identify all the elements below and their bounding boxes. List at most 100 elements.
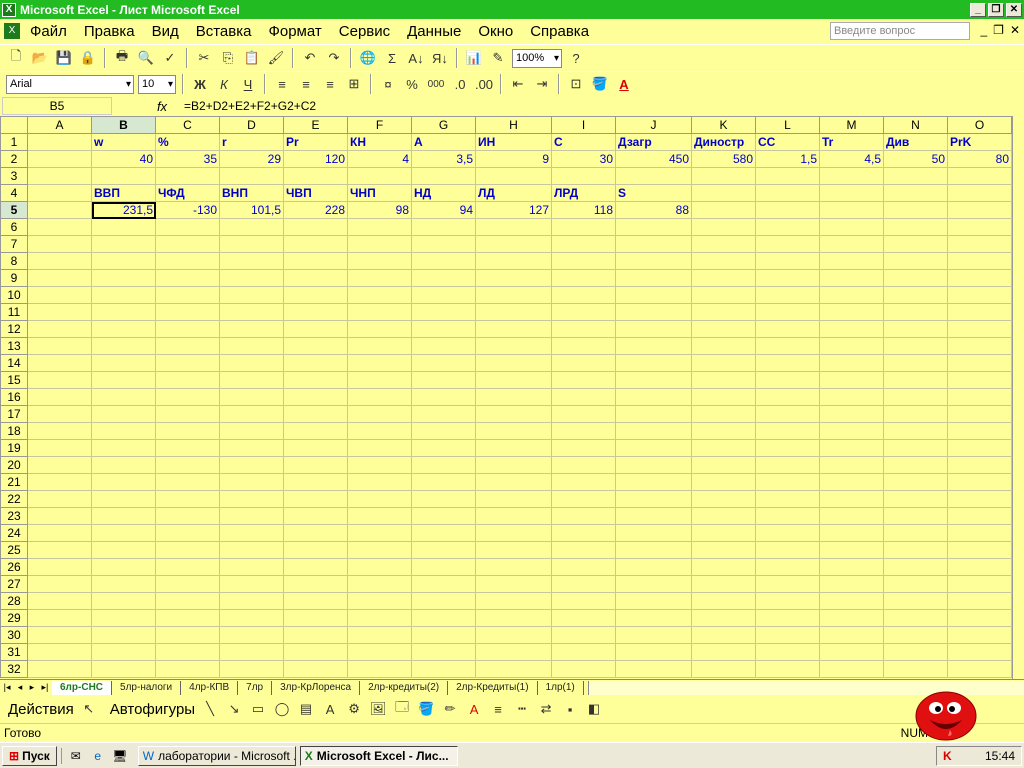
cell[interactable] xyxy=(883,626,948,644)
cell[interactable] xyxy=(219,558,284,576)
cell[interactable] xyxy=(91,218,156,236)
cell[interactable]: 580 xyxy=(691,150,756,168)
cell[interactable] xyxy=(155,473,220,491)
drawing-toggle-icon[interactable]: ✎ xyxy=(488,48,508,68)
cell[interactable]: 40 xyxy=(91,150,156,168)
sheet-tab[interactable]: 5лр-налоги xyxy=(112,680,182,695)
cell[interactable] xyxy=(691,626,756,644)
cell[interactable] xyxy=(883,252,948,270)
cell[interactable] xyxy=(691,473,756,491)
cell[interactable] xyxy=(755,439,820,457)
cell[interactable]: 80 xyxy=(947,150,1012,168)
cell[interactable] xyxy=(947,456,1012,474)
cell[interactable] xyxy=(755,286,820,304)
help-search-input[interactable]: Введите вопрос xyxy=(830,22,970,40)
cell[interactable] xyxy=(155,456,220,474)
cell[interactable] xyxy=(155,337,220,355)
office-assistant-icon[interactable] xyxy=(912,688,980,744)
font-size-select[interactable]: 10 xyxy=(138,74,176,94)
cell[interactable] xyxy=(691,439,756,457)
cell[interactable] xyxy=(883,422,948,440)
oval-icon[interactable]: ◯ xyxy=(273,700,291,718)
cell[interactable] xyxy=(947,201,1012,219)
cell[interactable] xyxy=(27,269,92,287)
cell[interactable] xyxy=(91,422,156,440)
cell[interactable] xyxy=(283,252,348,270)
vertical-scrollbar[interactable] xyxy=(1012,116,1024,679)
cell[interactable] xyxy=(615,592,692,610)
cell[interactable] xyxy=(475,337,552,355)
cell[interactable] xyxy=(883,473,948,491)
sort-desc-icon[interactable]: Я↓ xyxy=(430,48,450,68)
cell[interactable] xyxy=(551,303,616,321)
cell[interactable] xyxy=(411,337,476,355)
menu-window[interactable]: Окно xyxy=(478,23,513,40)
cell[interactable] xyxy=(755,388,820,406)
row-header[interactable]: 2 xyxy=(0,150,28,168)
cell[interactable] xyxy=(27,371,92,389)
cell[interactable] xyxy=(475,252,552,270)
row-header[interactable]: 31 xyxy=(0,643,28,661)
cell[interactable] xyxy=(155,660,220,678)
cell[interactable] xyxy=(947,354,1012,372)
cell[interactable] xyxy=(615,354,692,372)
row-header[interactable]: 9 xyxy=(0,269,28,287)
cell[interactable]: СС xyxy=(755,133,820,151)
cell[interactable] xyxy=(819,439,884,457)
cell[interactable] xyxy=(91,286,156,304)
cell[interactable] xyxy=(883,643,948,661)
cell[interactable] xyxy=(691,337,756,355)
row-header[interactable]: 14 xyxy=(0,354,28,372)
cell[interactable] xyxy=(347,371,412,389)
cell[interactable] xyxy=(615,541,692,559)
cell[interactable] xyxy=(411,320,476,338)
print-preview-icon[interactable]: 🔍 xyxy=(136,48,156,68)
cell[interactable] xyxy=(883,660,948,678)
column-header[interactable]: M xyxy=(819,116,884,134)
cell[interactable] xyxy=(91,303,156,321)
row-header[interactable]: 29 xyxy=(0,609,28,627)
kaspersky-icon[interactable]: K xyxy=(943,749,952,763)
cell[interactable] xyxy=(347,660,412,678)
row-header[interactable]: 32 xyxy=(0,660,28,678)
cell[interactable] xyxy=(283,388,348,406)
cell[interactable] xyxy=(947,541,1012,559)
copy-icon[interactable]: ⎘ xyxy=(218,48,238,68)
cell[interactable] xyxy=(219,320,284,338)
cell[interactable] xyxy=(155,626,220,644)
cell[interactable] xyxy=(947,218,1012,236)
cell[interactable] xyxy=(755,660,820,678)
cell[interactable] xyxy=(91,660,156,678)
cell[interactable] xyxy=(219,609,284,627)
cell[interactable] xyxy=(347,252,412,270)
cell[interactable] xyxy=(755,405,820,423)
cell[interactable] xyxy=(615,439,692,457)
cell[interactable] xyxy=(551,609,616,627)
cell[interactable] xyxy=(615,456,692,474)
cell[interactable] xyxy=(475,456,552,474)
cell[interactable] xyxy=(155,524,220,542)
cell[interactable] xyxy=(551,490,616,508)
cell[interactable] xyxy=(691,507,756,525)
cell[interactable] xyxy=(883,269,948,287)
cell[interactable] xyxy=(475,592,552,610)
help-icon[interactable]: ? xyxy=(566,48,586,68)
cell[interactable] xyxy=(27,575,92,593)
row-header[interactable]: 12 xyxy=(0,320,28,338)
fill-color-draw-icon[interactable]: 🪣 xyxy=(417,700,435,718)
cell[interactable] xyxy=(551,643,616,661)
cell[interactable] xyxy=(947,286,1012,304)
cell[interactable]: Див xyxy=(883,133,948,151)
cell[interactable] xyxy=(615,235,692,253)
name-box[interactable]: B5 xyxy=(2,97,112,115)
row-header[interactable]: 21 xyxy=(0,473,28,491)
cell[interactable] xyxy=(475,167,552,185)
cell[interactable] xyxy=(91,541,156,559)
cell[interactable] xyxy=(691,303,756,321)
cell[interactable] xyxy=(219,439,284,457)
cell[interactable]: 9 xyxy=(475,150,552,168)
cell[interactable] xyxy=(91,626,156,644)
cell[interactable] xyxy=(91,456,156,474)
cell[interactable] xyxy=(155,167,220,185)
cell[interactable] xyxy=(947,337,1012,355)
